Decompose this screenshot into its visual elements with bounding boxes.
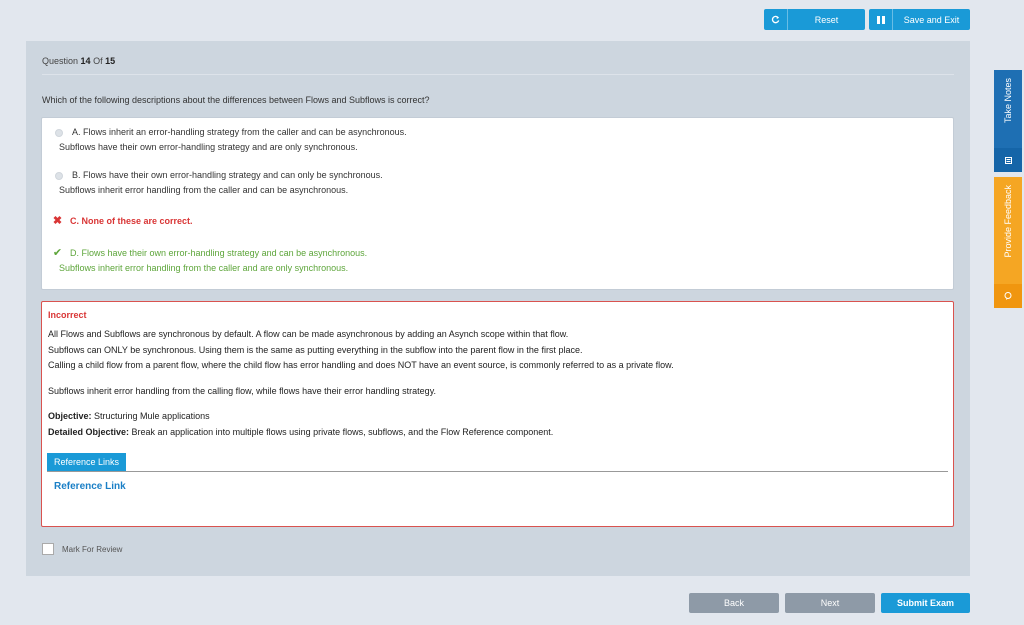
take-notes-tab[interactable]: Take Notes — [994, 70, 1022, 172]
option-d-text: D. Flows have their own error-handling s… — [70, 248, 368, 258]
option-a[interactable]: A. Flows inherit an error-handling strat… — [52, 125, 407, 155]
notes-icon — [994, 148, 1022, 172]
pause-icon — [869, 9, 893, 30]
question-prefix: Question — [42, 56, 79, 66]
refresh-icon — [764, 9, 788, 30]
explanation-line: Subflows can ONLY be synchronous. Using … — [48, 345, 583, 355]
review-label: Mark For Review — [62, 544, 123, 554]
option-d-text-2: Subflows inherit error handling from the… — [59, 263, 349, 273]
explanation-line: Calling a child flow from a parent flow,… — [48, 360, 674, 370]
objective: Objective: Structuring Mule applications — [48, 411, 210, 421]
options-list: A. Flows inherit an error-handling strat… — [41, 117, 954, 290]
option-a-text: A. Flows inherit an error-handling strat… — [72, 127, 407, 137]
radio-button[interactable] — [55, 128, 63, 137]
provide-feedback-tab[interactable]: Provide Feedback — [994, 177, 1022, 308]
correct-check-icon: ✔ — [52, 247, 63, 259]
question-number: 14 — [80, 56, 91, 66]
review-checkbox[interactable] — [42, 543, 54, 555]
divider — [47, 471, 948, 472]
explanation-line: Subflows inherit error handling from the… — [48, 386, 437, 396]
detailed-objective: Detailed Objective: Break an application… — [48, 427, 553, 437]
submit-exam-button[interactable]: Submit Exam — [881, 593, 970, 613]
result-title: Incorrect — [48, 310, 87, 320]
explanation-line: All Flows and Subflows are synchronous b… — [48, 329, 569, 339]
save-and-exit-button[interactable]: Save and Exit — [869, 9, 970, 30]
question-counter: Question 14 Of 15 — [42, 56, 954, 75]
reference-link[interactable]: Reference Link — [54, 481, 126, 492]
option-d[interactable]: ✔ D. Flows have their own error-handling … — [52, 246, 367, 276]
option-c[interactable]: ✖ C. None of these are correct. — [52, 214, 193, 229]
question-text: Which of the following descriptions abou… — [42, 95, 430, 105]
option-b-text: B. Flows have their own error-handling s… — [72, 170, 383, 180]
detailed-objective-value: Break an application into multiple flows… — [131, 427, 554, 437]
option-b-text-2: Subflows inherit error handling from the… — [59, 185, 349, 195]
objective-value: Structuring Mule applications — [94, 411, 210, 421]
mark-for-review[interactable]: Mark For Review — [42, 543, 122, 555]
explanation-box: Incorrect All Flows and Subflows are syn… — [41, 301, 954, 527]
comment-icon — [994, 284, 1022, 308]
question-of-label: Of — [93, 56, 103, 66]
option-a-text-2: Subflows have their own error-handling s… — [59, 142, 358, 152]
save-and-exit-label: Save and Exit — [903, 14, 960, 25]
option-c-text: C. None of these are correct. — [70, 216, 193, 226]
reset-label: Reset — [814, 14, 839, 25]
objective-label: Objective: — [48, 411, 92, 421]
option-b[interactable]: B. Flows have their own error-handling s… — [52, 168, 383, 198]
reset-button[interactable]: Reset — [764, 9, 865, 30]
take-notes-label: Take Notes — [1003, 78, 1013, 124]
radio-button[interactable] — [55, 171, 63, 180]
provide-feedback-label: Provide Feedback — [1003, 185, 1013, 258]
wrong-x-icon: ✖ — [52, 215, 63, 227]
back-button[interactable]: Back — [689, 593, 779, 613]
question-total: 15 — [105, 56, 116, 66]
reference-links-tab[interactable]: Reference Links — [47, 453, 127, 471]
next-button[interactable]: Next — [785, 593, 875, 613]
question-panel: Question 14 Of 15 Which of the following… — [26, 41, 970, 576]
detailed-objective-label: Detailed Objective: — [48, 427, 130, 437]
